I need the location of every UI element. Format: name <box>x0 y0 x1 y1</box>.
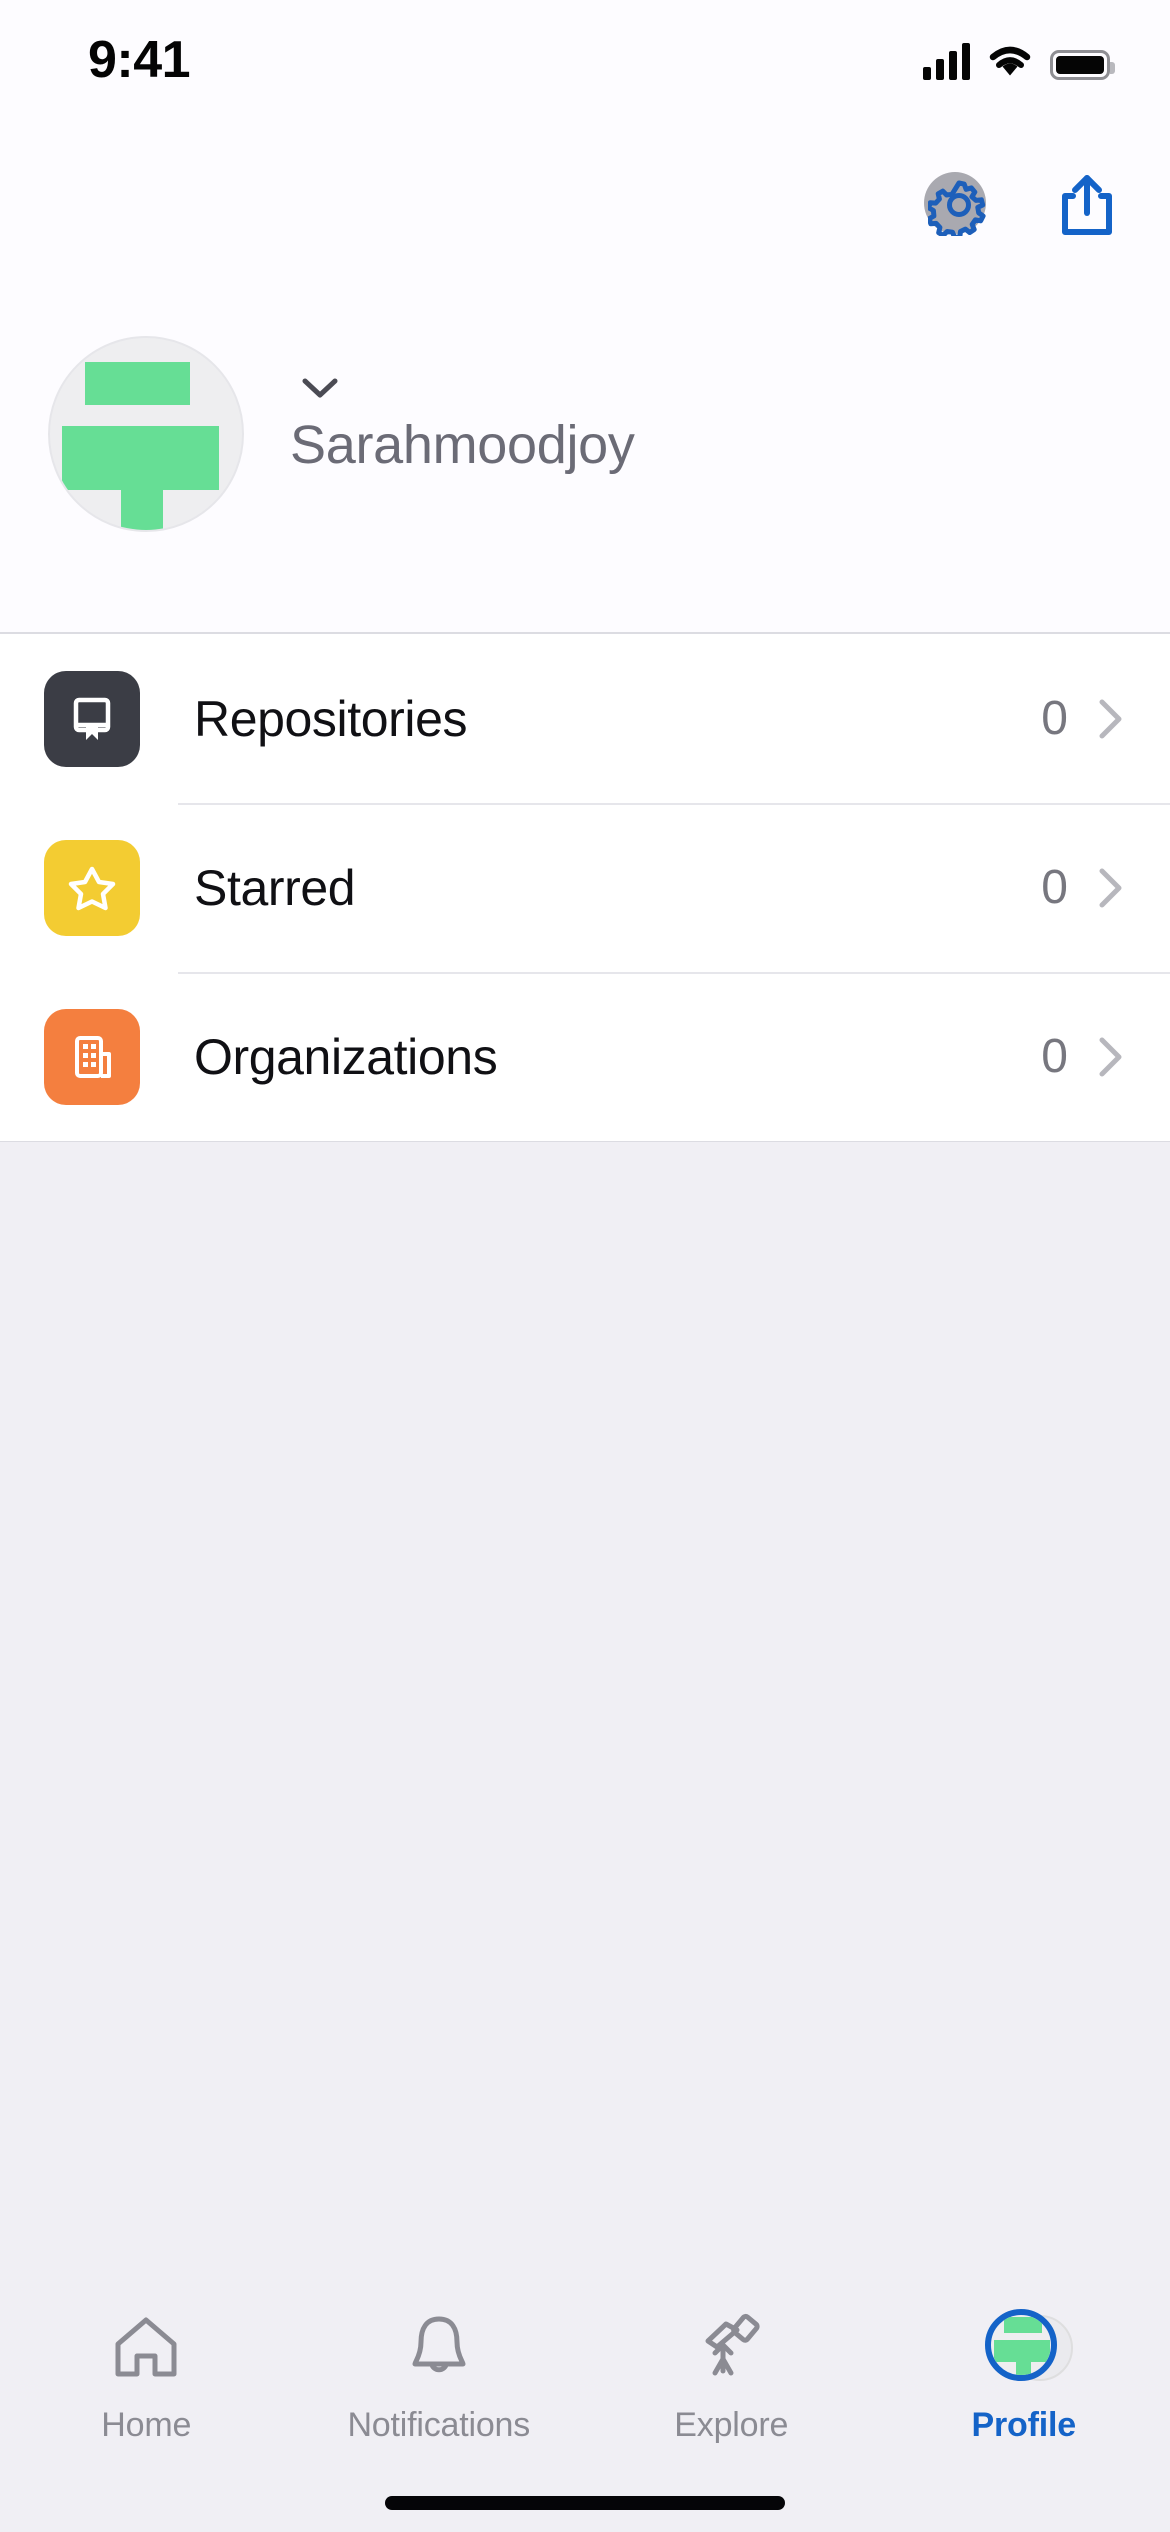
status-bar-time: 9:41 <box>88 31 191 89</box>
list-item-organizations[interactable]: Organizations 0 <box>0 972 1170 1141</box>
tab-label: Explore <box>674 2406 789 2444</box>
star-icon <box>44 839 140 936</box>
chevron-right-icon <box>1099 1037 1122 1076</box>
profile-avatar-icon <box>984 2309 1073 2387</box>
tab-profile[interactable]: Profile <box>878 2309 1170 2445</box>
profile-menu-list: Repositories 0 Starred 0 Organizations 0 <box>0 632 1170 1143</box>
telescope-icon <box>705 2313 760 2376</box>
status-bar: 9:41 <box>0 0 1170 140</box>
list-item-label: Starred <box>194 859 356 916</box>
home-icon <box>115 2317 177 2377</box>
profile-username: Sarahmoodjoy <box>290 415 635 475</box>
share-icon <box>1062 175 1112 235</box>
tab-explore[interactable]: Explore <box>585 2310 878 2445</box>
tab-label: Profile <box>971 2406 1077 2444</box>
profile-identity[interactable]: Sarahmoodjoy <box>0 318 1170 578</box>
avatar[interactable] <box>48 336 244 532</box>
tab-home[interactable]: Home <box>0 2310 293 2445</box>
list-item-starred[interactable]: Starred 0 <box>0 803 1170 972</box>
app-screen: 9:41 Sarahmoodjoy Repositories 0 Starred… <box>0 0 1170 2532</box>
tab-label: Notifications <box>347 2406 531 2444</box>
list-item-label: Organizations <box>194 1028 498 1085</box>
repo-icon <box>44 670 140 767</box>
chevron-right-icon <box>1099 699 1122 738</box>
bottom-tab-bar: Home Notifications Explore Profile <box>0 2274 1170 2532</box>
list-item-count: 0 <box>1041 861 1068 914</box>
settings-button[interactable] <box>922 168 996 242</box>
status-bar-indicators <box>923 42 1115 80</box>
gear-icon <box>928 180 986 236</box>
share-button[interactable] <box>1050 168 1124 242</box>
wifi-icon <box>989 46 1031 76</box>
profile-header: Sarahmoodjoy <box>0 140 1170 632</box>
list-item-label: Repositories <box>194 690 468 747</box>
chevron-down-icon[interactable] <box>300 376 340 400</box>
organization-icon <box>44 1008 140 1105</box>
chevron-right-icon <box>1099 868 1122 907</box>
cellular-signal-icon <box>923 42 970 80</box>
content-empty-area <box>0 1142 1170 2382</box>
avatar-identicon <box>85 362 190 405</box>
list-item-repositories[interactable]: Repositories 0 <box>0 634 1170 803</box>
header-actions <box>922 168 1124 242</box>
home-indicator[interactable] <box>385 2496 785 2510</box>
bell-icon <box>412 2316 466 2373</box>
list-item-count: 0 <box>1041 692 1068 745</box>
list-item-count: 0 <box>1041 1030 1068 1083</box>
tab-notifications[interactable]: Notifications <box>293 2310 586 2445</box>
battery-icon <box>1050 50 1115 80</box>
tab-label: Home <box>101 2406 192 2444</box>
